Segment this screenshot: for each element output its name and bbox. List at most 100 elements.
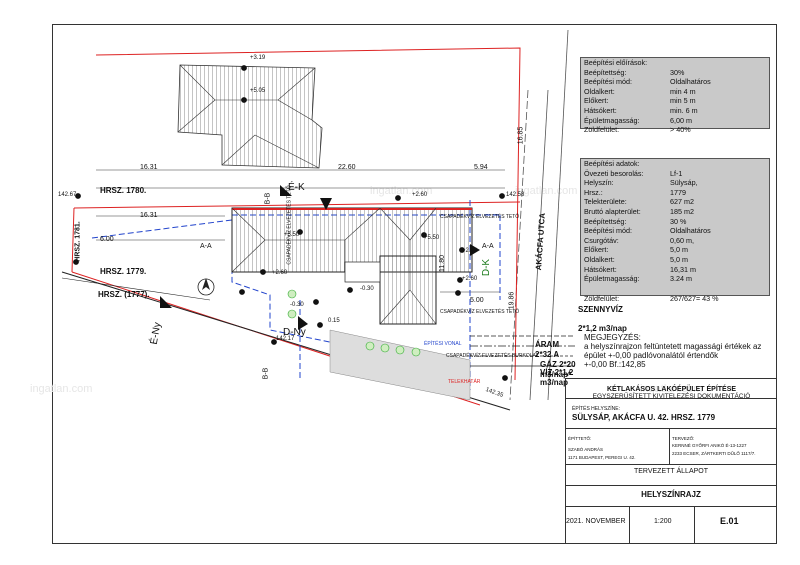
data-value: 3.24 m <box>670 274 692 284</box>
label-section-bb: B-B <box>264 192 272 205</box>
regulation-key: Hátsókert: <box>584 105 617 115</box>
label-hrsz-1777: HRSZ. (1777). <box>98 290 150 299</box>
project-title: KÉTLAKÁSOS LAKÓÉPÜLET ÉPÍTÉSE <box>606 386 737 393</box>
elevation: +2.60 <box>462 276 478 282</box>
label-section-aa: A-A <box>482 243 494 250</box>
dimension: 5.94 <box>474 164 488 171</box>
green-value: 267/627= 43 % <box>670 293 719 303</box>
planned-building <box>231 207 473 325</box>
regulation-value: 30% <box>670 67 685 77</box>
label-hrsz-1781: HRSZ. 1781. <box>74 221 82 262</box>
elevation: +5.05 <box>250 88 266 94</box>
regulation-row: Zöldfelület: > 40% <box>581 125 769 135</box>
data-value: 185 m2 <box>670 206 694 216</box>
data-key: Helyszín: <box>584 178 614 188</box>
site-label: ÉPÍTÉS HELYSZÍNE: <box>572 406 620 412</box>
data-value: 0,60 m, <box>670 235 694 245</box>
regulation-row: Épületmagasság: 6,00 m <box>581 116 769 126</box>
regulation-value: min 4 m <box>670 86 696 96</box>
elevation: +3.19 <box>250 55 266 61</box>
designer-address: 2233 ECSER, ZÁRTKERTI DŰLŐ 1117/7. <box>672 451 756 456</box>
level-value: 142.17 <box>276 336 295 342</box>
regulation-value: min 5 m <box>670 96 696 106</box>
data-value: Sülysáp, <box>670 178 698 188</box>
remark-line: épület +-0,00 padlóvonalától értendők <box>584 351 719 360</box>
data-value: 627 m2 <box>670 197 694 207</box>
dimension: 19.86 <box>508 291 516 310</box>
data-row: Előkert: 5,0 m <box>581 245 769 255</box>
drawing-scale: 1:200 <box>654 518 672 525</box>
label-boundary: TELEKHATÁR <box>448 379 481 385</box>
remark-line: +-0,00 Bf.:142,85 <box>584 360 646 369</box>
dimension: 16.31 <box>140 164 158 171</box>
regulation-row: Hátsókert: min. 6 m <box>581 106 769 116</box>
data-key: Övezeti besorolás: <box>584 168 644 178</box>
regulation-value: Oldalhatáros <box>670 77 711 87</box>
remark-line: a helyszínrajzon feltüntetett magassági … <box>584 342 762 351</box>
data-row: Hátsókert: 16,31 m <box>581 265 769 275</box>
building-data-table: Beépítési adatok: Övezeti besorolás: Lf-1… <box>580 158 770 303</box>
utility-water: VÍZ 2*1,2 <box>540 368 574 377</box>
data-value: 5,0 m <box>670 245 688 255</box>
utility-sewer-value: 2*1,2 m3/nap <box>578 324 627 333</box>
data-key: Csurgótáv: <box>584 235 619 245</box>
data-key: Oldalkert: <box>584 254 615 264</box>
elevation: +2.60 <box>272 270 288 276</box>
level-value: 142.58 <box>506 192 525 198</box>
label-hrsz-1780: HRSZ. 1780. <box>100 186 147 195</box>
north-arrow-icon <box>197 278 215 296</box>
data-row: Oldalkert: 5,0 m <box>581 255 769 265</box>
neighbour-house <box>177 64 323 169</box>
regulations-table: Beépítési előírások: Beépítettség: 30% Beé… <box>580 57 770 134</box>
data-value: 5,0 m <box>670 254 688 264</box>
data-row: Beépítési mód: Oldalhatáros <box>581 226 769 236</box>
data-row: Helyszín: Sülysáp, <box>581 178 769 188</box>
drainage-note: CSAPADÉKVÍZ ELVEZETÉS BURKOLAT <box>446 353 539 359</box>
utility-power: ÁRAM <box>535 340 559 349</box>
drawing-name: HELYSZÍNRAJZ <box>641 490 701 499</box>
data-key: Hrsz.: <box>584 187 603 197</box>
drawing-date: 2021. NOVEMBER <box>566 518 626 525</box>
elevation: +5.50 <box>424 235 440 241</box>
utility-water-value: m3/nap <box>540 378 569 387</box>
designer-name: KERNNÉ GYŐRFI ANIKÓ É-13-1227 <box>672 443 747 448</box>
drainage-note: CSAPADÉKVÍZ ELVEZETÉS TETŐ <box>440 309 520 315</box>
elevation: -0.30 <box>360 286 374 292</box>
dimension: 6.00 <box>100 236 114 243</box>
data-row: Bruttó alapterület: 185 m2 <box>581 207 769 217</box>
data-key: Épületmagasság: <box>584 274 640 284</box>
data-row: Hrsz.: 1779 <box>581 188 769 198</box>
data-row: Övezeti besorolás: Lf-1 <box>581 169 769 179</box>
elevation: -0.30 <box>290 302 304 308</box>
data-value: 16,31 m <box>670 264 696 274</box>
regulation-row: Beépítési mód: Oldalhatáros <box>581 77 769 87</box>
data-title: Beépítési adatok: <box>584 159 640 168</box>
regulation-row: Oldalkert: min 4 m <box>581 87 769 97</box>
regulation-value: 6,00 m <box>670 115 692 125</box>
data-key: Előkert: <box>584 245 609 255</box>
level-value: 142.67 <box>58 192 77 198</box>
data-value: 30 % <box>670 216 687 226</box>
data-key: Beépítési mód: <box>584 226 632 236</box>
elevation: +2.60 <box>462 248 478 254</box>
client-name: SZABÓ ANDRÁS <box>568 447 604 452</box>
label-section-aa: A-A <box>200 243 212 250</box>
regulation-value: min. 6 m <box>670 105 698 115</box>
label-orientation-se: D-K <box>481 258 493 277</box>
regulation-value: > 40% <box>670 125 691 135</box>
data-key: Telekterülete: <box>584 197 627 207</box>
dimension: 11.80 <box>439 255 446 272</box>
drawing-sheet: ingatlan.com ingatlan.com ingatlan.com i… <box>0 0 800 565</box>
client-address: 1171 BUDAPEST, PEREGI U. 42. <box>568 455 636 460</box>
regulations-title: Beépítési előírások: <box>584 58 648 67</box>
regulation-key: Épületmagasság: <box>584 115 640 125</box>
remark-title: MEGJEGYZÉS: <box>584 333 641 342</box>
label-building-line: ÉPÍTÉSI VONAL <box>424 341 462 347</box>
regulation-key: Beépítettség: <box>584 67 627 77</box>
drawing-state: TERVEZETT ÁLLAPOT <box>633 468 709 475</box>
label-hrsz-1779: HRSZ. 1779. <box>100 267 147 276</box>
regulation-key: Beépítési mód: <box>584 77 632 87</box>
data-row: Beépítettség: 30 % <box>581 217 769 227</box>
data-row: Épületmagasság: 3.24 m <box>581 274 769 284</box>
drainage-note: CSAPADÉKVÍZ ELVEZETÉS TETŐ <box>286 185 293 265</box>
